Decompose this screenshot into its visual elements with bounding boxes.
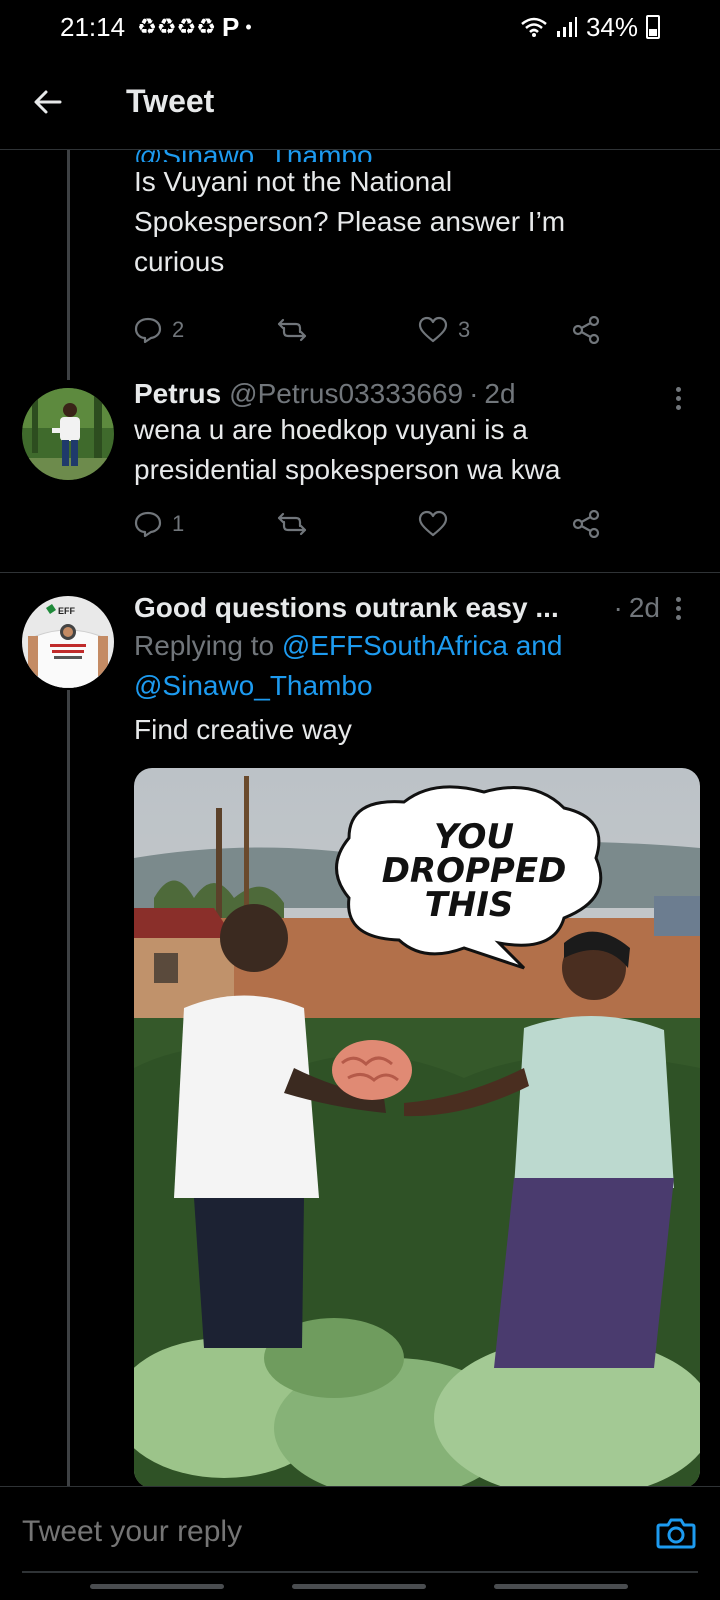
heart-icon	[418, 316, 448, 343]
retweet-button[interactable]	[276, 510, 318, 538]
gesture-pill	[90, 1584, 224, 1589]
tweet-header: Good questions outrank easy ... · 2d	[134, 592, 698, 624]
separator-dot: ·	[613, 592, 623, 623]
tweet-divider	[0, 572, 720, 573]
reply-underline	[22, 1571, 698, 1573]
status-left: 21:14 ♻♻♻♻ P •	[60, 12, 252, 43]
share-icon	[572, 510, 600, 538]
author-handle[interactable]: @Petrus03333669	[229, 378, 463, 410]
retweet-icon	[277, 512, 307, 536]
separator-dot: ·	[469, 378, 479, 409]
status-time: 21:14	[60, 11, 126, 42]
share-button[interactable]	[572, 510, 600, 538]
gesture-pill	[292, 1584, 426, 1589]
status-right: 34%	[520, 12, 660, 43]
reply-button[interactable]: 1	[134, 510, 184, 538]
tweet-item[interactable]: Petrus @Petrus03333669 · 2d wena u are h…	[0, 378, 720, 572]
wifi-icon	[521, 17, 547, 37]
battery-percent: 34%	[585, 11, 638, 42]
author-name[interactable]: Petrus	[134, 378, 221, 410]
mention-link[interactable]: @Sinawo_Thambo	[134, 666, 698, 706]
mention-link[interactable]: @EFFSouthAfrica and	[282, 630, 563, 661]
top-app-bar: Tweet	[0, 54, 720, 150]
signal-icon	[556, 17, 577, 37]
replying-to-label: Replying to	[134, 630, 275, 661]
tweet-header: Petrus @Petrus03333669 · 2d	[134, 378, 698, 410]
retweet-icon	[277, 318, 307, 342]
reply-button[interactable]: 2	[134, 316, 184, 344]
bubble-line-3: THIS	[425, 885, 514, 925]
author-name[interactable]: Good questions outrank easy ...	[134, 592, 559, 624]
avatar[interactable]: EFF	[22, 596, 114, 688]
tweet-text: Is Vuyani not the National Spokesperson?…	[134, 166, 566, 277]
reply-icon	[134, 511, 162, 538]
tweet-item[interactable]: @Sinawo_Thambo Is Vuyani not the Nationa…	[0, 140, 720, 362]
share-button[interactable]	[572, 316, 600, 344]
back-arrow-icon[interactable]	[0, 54, 96, 150]
gesture-pill	[494, 1584, 628, 1589]
reply-count: 2	[172, 317, 185, 342]
reply-icon	[134, 317, 162, 344]
camera-icon[interactable]	[654, 1511, 698, 1555]
avatar[interactable]	[22, 388, 114, 480]
like-button[interactable]	[418, 510, 458, 538]
status-bar: 21:14 ♻♻♻♻ P • 34%	[0, 0, 720, 54]
like-button[interactable]: 3	[418, 316, 470, 344]
svg-text:EFF: EFF	[58, 606, 76, 616]
reply-input[interactable]	[22, 1515, 582, 1549]
notification-dot: •	[245, 16, 252, 37]
reply-composer	[0, 1486, 720, 1594]
tweet-time: 2d	[484, 378, 516, 409]
reply-count: 1	[172, 511, 185, 536]
tweet-time: 2d	[628, 592, 660, 623]
tweet-text: Find creative way	[134, 714, 352, 745]
like-count: 3	[458, 317, 471, 342]
share-icon	[572, 316, 600, 344]
tweet-image[interactable]: YOU DROPPED THIS	[134, 768, 700, 1488]
more-options-icon[interactable]	[668, 378, 688, 418]
gesture-bar	[0, 1582, 720, 1594]
retweet-button[interactable]	[276, 316, 318, 344]
page-title: Tweet	[126, 83, 215, 119]
notification-p-icon: P	[221, 11, 240, 42]
battery-icon	[646, 15, 660, 39]
more-options-icon[interactable]	[668, 588, 688, 628]
heart-icon	[418, 510, 448, 537]
replying-to-line: Replying to @EFFSouthAfrica and	[134, 626, 698, 666]
notification-icons: ♻♻♻♻	[137, 14, 216, 39]
tweet-text: wena u are hoedkop vuyani is a president…	[134, 414, 561, 485]
